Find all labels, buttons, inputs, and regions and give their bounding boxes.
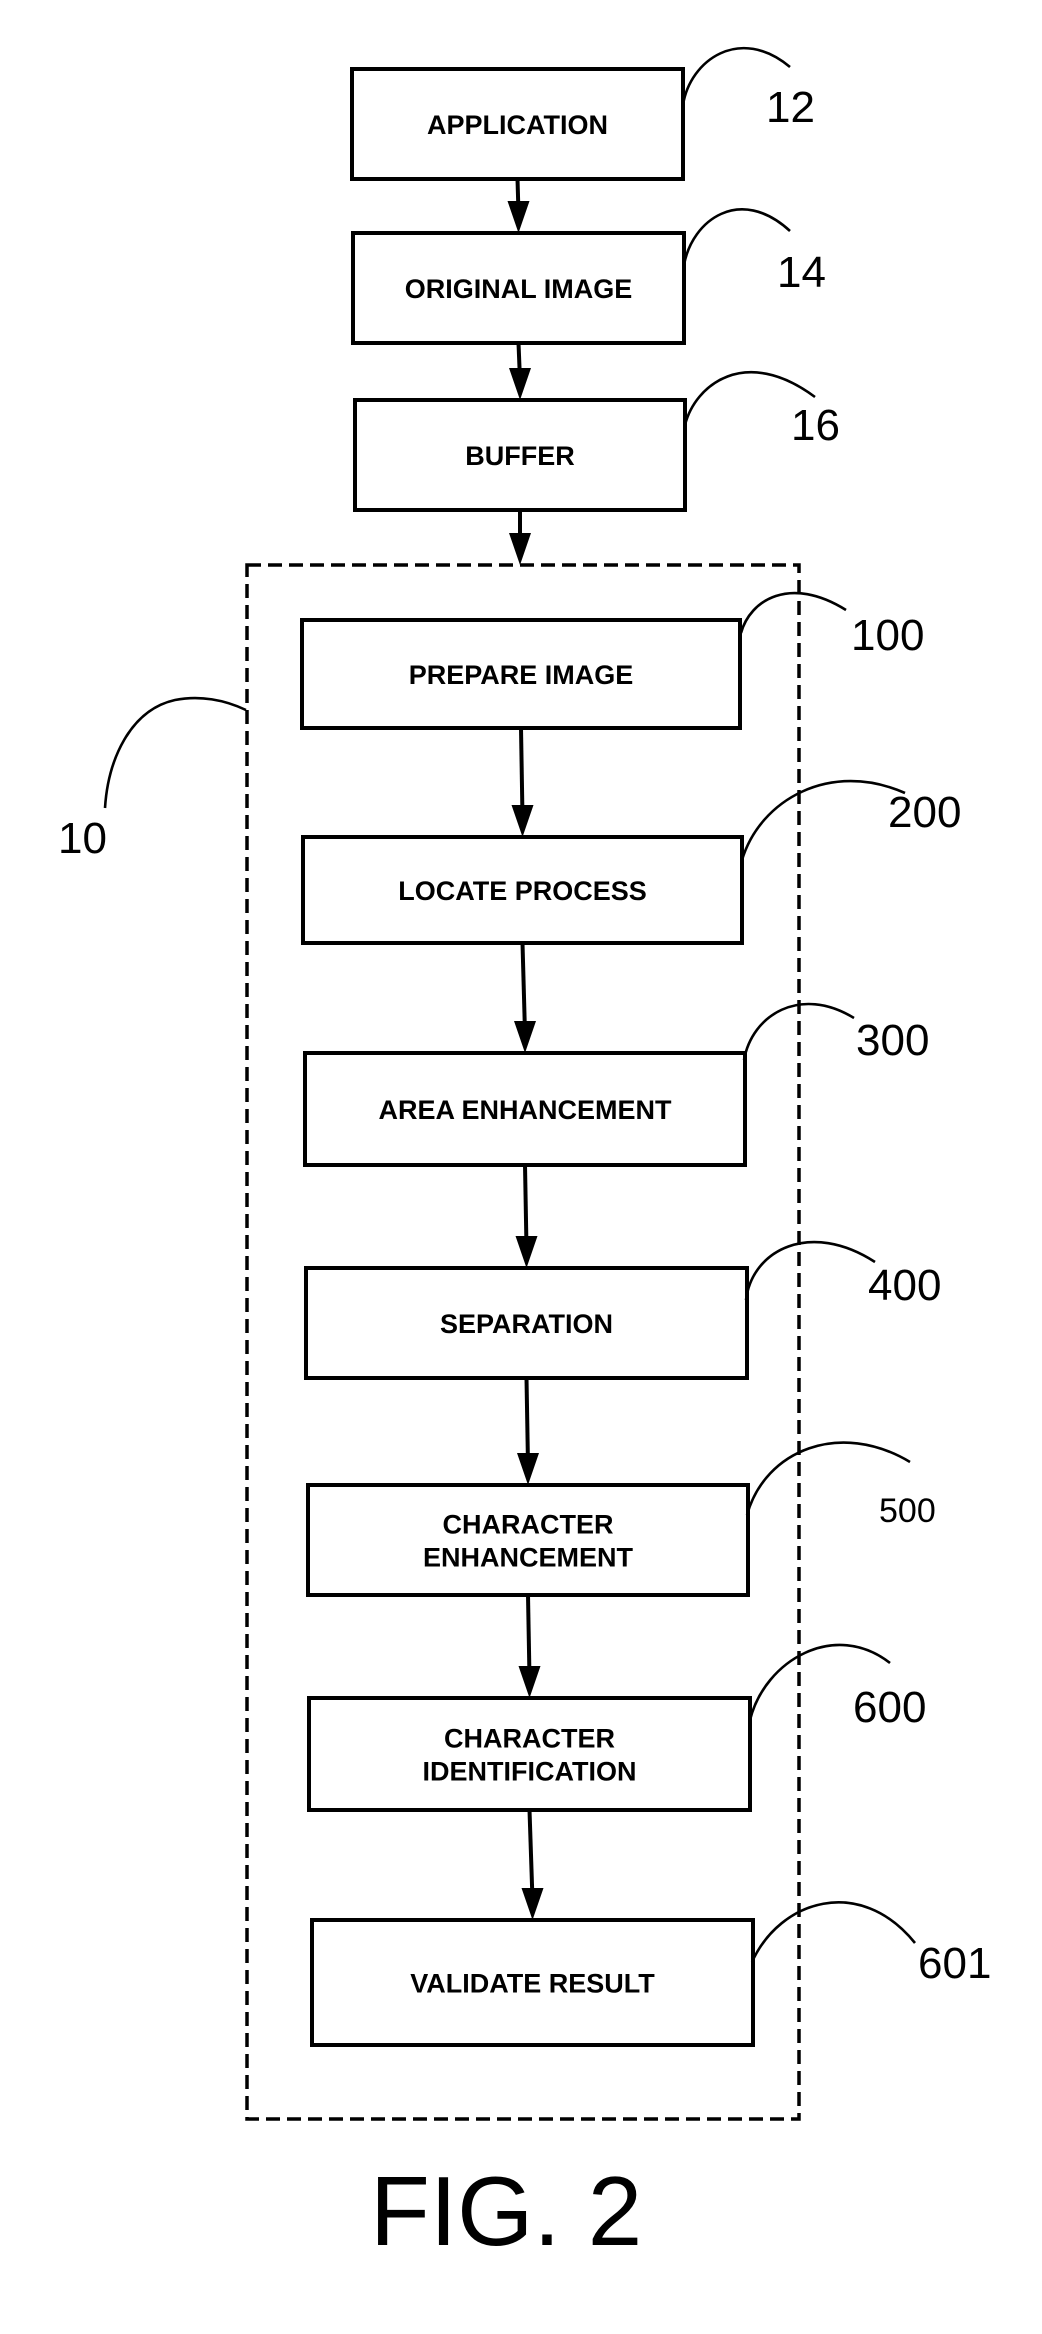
process-box-separation: SEPARATION bbox=[304, 1266, 749, 1380]
ref-number-16: 16 bbox=[791, 401, 840, 450]
box-label: APPLICATION bbox=[427, 110, 608, 140]
box-outline bbox=[306, 1483, 750, 1597]
box-label: CHARACTER bbox=[443, 1510, 614, 1540]
box-label: ENHANCEMENT bbox=[423, 1543, 634, 1573]
box-outline bbox=[307, 1696, 752, 1812]
process-box-validate-result: VALIDATE RESULT bbox=[310, 1918, 755, 2047]
ref-number-100: 100 bbox=[851, 611, 924, 660]
process-box-character-identification: CHARACTERIDENTIFICATION bbox=[307, 1696, 752, 1812]
arrow-shaft bbox=[523, 1164, 529, 1249]
ref-number-600: 600 bbox=[853, 1683, 926, 1732]
arrow-shaft bbox=[524, 1377, 530, 1466]
ref-number-14: 14 bbox=[777, 248, 826, 297]
box-label: LOCATE PROCESS bbox=[398, 876, 647, 906]
arrow-shaft bbox=[526, 1594, 532, 1679]
arrow-shaft bbox=[520, 942, 527, 1034]
box-label: SEPARATION bbox=[440, 1309, 613, 1339]
process-box-area-enhancement: AREA ENHANCEMENT bbox=[303, 1051, 747, 1167]
box-label: CHARACTER bbox=[444, 1724, 615, 1754]
figure-caption: FIG. 2 bbox=[370, 2156, 642, 2266]
box-label: AREA ENHANCEMENT bbox=[378, 1095, 672, 1125]
process-box-original-image: ORIGINAL IMAGE bbox=[351, 231, 686, 345]
box-label: ORIGINAL IMAGE bbox=[405, 274, 633, 304]
ref-number-601: 601 bbox=[918, 1939, 991, 1988]
flowchart-diagram: APPLICATION ORIGINAL IMAGE BUFFER PREPARE I… bbox=[0, 0, 1042, 2334]
process-box-locate-process: LOCATE PROCESS bbox=[301, 835, 744, 945]
ref-number-12: 12 bbox=[766, 83, 815, 132]
ref-number-200: 200 bbox=[888, 788, 961, 837]
box-label: IDENTIFICATION bbox=[423, 1757, 637, 1787]
process-box-application: APPLICATION bbox=[350, 67, 685, 181]
process-box-buffer: BUFFER bbox=[353, 398, 687, 512]
process-box-character-enhancement: CHARACTERENHANCEMENT bbox=[306, 1483, 750, 1597]
ref-number-400: 400 bbox=[868, 1261, 941, 1310]
ref-number-500: 500 bbox=[879, 1492, 936, 1530]
process-box-prepare-image: PREPARE IMAGE bbox=[300, 618, 742, 730]
box-label: PREPARE IMAGE bbox=[409, 660, 634, 690]
arrow-shaft bbox=[519, 727, 525, 818]
box-label: BUFFER bbox=[465, 441, 575, 471]
box-label: VALIDATE RESULT bbox=[410, 1969, 655, 1999]
ref-number-300: 300 bbox=[856, 1016, 929, 1065]
ref-number-10: 10 bbox=[58, 814, 107, 863]
